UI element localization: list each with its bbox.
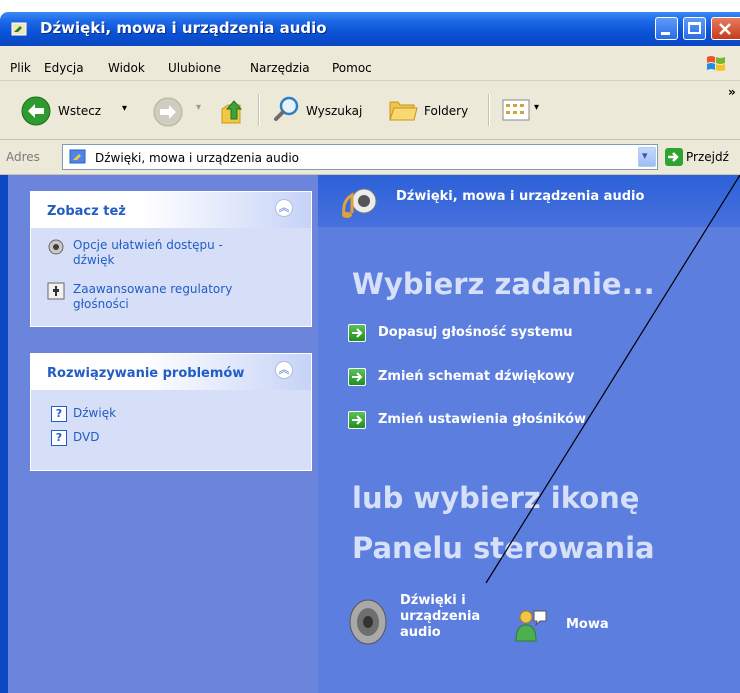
menu-help[interactable]: Pomoc xyxy=(332,61,372,75)
folder-icon xyxy=(389,101,418,121)
explorer-window: Dźwięki, mowa i urządzenia audio Plik Ed… xyxy=(0,0,740,693)
pick-icon-heading-line1: lub wybierz ikonę xyxy=(352,481,640,515)
views-icon xyxy=(502,99,530,121)
address-bar: Adres Dźwięki, mowa i urządzenia audio ▾… xyxy=(0,140,740,175)
speech-icon xyxy=(515,610,547,642)
windows-logo-icon xyxy=(707,56,725,71)
title-bar[interactable]: Dźwięki, mowa i urządzenia audio xyxy=(0,12,740,46)
search-icon xyxy=(274,96,299,121)
go-button[interactable]: Przejdź xyxy=(686,150,729,164)
address-label: Adres xyxy=(6,150,40,164)
back-dropdown-icon: ▾ xyxy=(122,103,128,114)
up-folder-icon[interactable] xyxy=(218,97,248,127)
toolbar: Wstecz ▾ ▾ Wyszukaj Foldery ▾ » xyxy=(0,81,740,140)
go-arrow-icon[interactable] xyxy=(664,147,684,167)
collapse-icon[interactable]: ︽ xyxy=(275,199,293,217)
link-accessibility-sound[interactable]: Opcje ułatwień dostępu - dźwięk xyxy=(73,238,223,268)
cp-icon-speech[interactable]: Mowa xyxy=(510,605,630,645)
views-dropdown-icon: ▾ xyxy=(534,102,540,113)
menu-file[interactable]: Plik xyxy=(10,61,31,75)
accessibility-sound-icon xyxy=(48,239,64,255)
toolbar-separator xyxy=(258,94,260,126)
pick-icon-heading-line2: Panelu sterowania xyxy=(352,531,655,565)
toolbar-chevron[interactable]: » xyxy=(728,85,736,99)
toolbar-separator xyxy=(488,94,490,126)
link-advanced-volume[interactable]: Zaawansowane regulatory głośności xyxy=(73,282,232,312)
task-arrow-icon xyxy=(348,411,366,429)
folders-button[interactable]: Foldery xyxy=(386,93,482,127)
cp-icon-speech-label: Mowa xyxy=(566,617,609,632)
link-dvd-troubleshooter[interactable]: DVD xyxy=(73,430,99,445)
volume-control-icon xyxy=(47,282,65,300)
views-button[interactable]: ▾ xyxy=(500,96,548,124)
category-pane: Dźwięki, mowa i urządzenia audio Wybierz… xyxy=(318,175,740,693)
help-icon: ? xyxy=(51,430,67,446)
link-sound-troubleshooter[interactable]: Dźwięk xyxy=(73,406,116,421)
task-adjust-volume[interactable]: Dopasuj głośność systemu xyxy=(378,325,573,340)
content-area: Zobacz też ︽ Opcje ułatwień dostępu - dź… xyxy=(0,175,740,693)
task-arrow-icon xyxy=(348,324,366,342)
cp-icon-sounds-audio-label: Dźwięki i urządzenia audio xyxy=(400,593,481,640)
close-icon xyxy=(719,23,731,35)
see-also-header[interactable]: Zobacz też ︽ xyxy=(31,192,311,228)
forward-dropdown-icon[interactable]: ▾ xyxy=(196,102,201,113)
address-dropdown-button[interactable]: ▾ xyxy=(638,147,656,167)
maximize-icon xyxy=(688,22,701,34)
troubleshoot-panel: Rozwiązywanie problemów ︽ ? Dźwięk ? DVD xyxy=(30,353,312,471)
troubleshoot-header[interactable]: Rozwiązywanie problemów ︽ xyxy=(31,354,311,390)
menu-bar: Plik Edycja Widok Ulubione Narzędzia Pom… xyxy=(0,46,740,81)
window-title: Dźwięki, mowa i urządzenia audio xyxy=(40,19,327,37)
task-change-sound-scheme[interactable]: Zmień schemat dźwiękowy xyxy=(378,369,574,384)
troubleshoot-title: Rozwiązywanie problemów xyxy=(47,366,245,381)
control-panel-icon xyxy=(69,149,86,164)
task-change-speaker-settings[interactable]: Zmień ustawienia głośników xyxy=(378,412,586,427)
menu-edit[interactable]: Edycja xyxy=(44,61,84,75)
search-button[interactable]: Wyszukaj xyxy=(270,93,374,127)
folders-label: Foldery xyxy=(424,104,469,118)
collapse-icon[interactable]: ︽ xyxy=(275,361,293,379)
control-panel-icon xyxy=(11,22,27,36)
category-title: Dźwięki, mowa i urządzenia audio xyxy=(396,189,645,204)
forward-arrow-icon[interactable] xyxy=(152,96,184,128)
minimize-icon xyxy=(661,32,670,35)
back-button[interactable]: Wstecz ▾ xyxy=(16,93,146,127)
close-button[interactable] xyxy=(711,17,740,40)
task-arrow-icon xyxy=(348,368,366,386)
address-text: Dźwięki, mowa i urządzenia audio xyxy=(95,151,299,165)
see-also-panel: Zobacz też ︽ Opcje ułatwień dostępu - dź… xyxy=(30,191,312,327)
task-pane: Zobacz też ︽ Opcje ułatwień dostępu - dź… xyxy=(0,175,318,693)
pick-task-heading: Wybierz zadanie... xyxy=(352,267,655,301)
cp-icon-sounds-audio[interactable]: Dźwięki i urządzenia audio xyxy=(342,593,502,653)
speaker-icon xyxy=(349,599,387,645)
back-arrow-icon xyxy=(21,96,51,126)
address-field[interactable]: Dźwięki, mowa i urządzenia audio ▾ xyxy=(62,144,658,170)
help-icon: ? xyxy=(51,406,67,422)
see-also-title: Zobacz też xyxy=(47,204,126,219)
search-label: Wyszukaj xyxy=(306,104,363,118)
minimize-button[interactable] xyxy=(655,17,678,40)
maximize-button[interactable] xyxy=(683,17,706,40)
back-label: Wstecz xyxy=(58,104,102,118)
menu-tools[interactable]: Narzędzia xyxy=(250,61,310,75)
menu-favorites[interactable]: Ulubione xyxy=(168,61,221,75)
category-header: Dźwięki, mowa i urządzenia audio xyxy=(318,175,740,227)
sound-speech-audio-icon xyxy=(342,188,377,218)
menu-view[interactable]: Widok xyxy=(108,61,145,75)
chevron-down-icon: ▾ xyxy=(642,149,648,162)
